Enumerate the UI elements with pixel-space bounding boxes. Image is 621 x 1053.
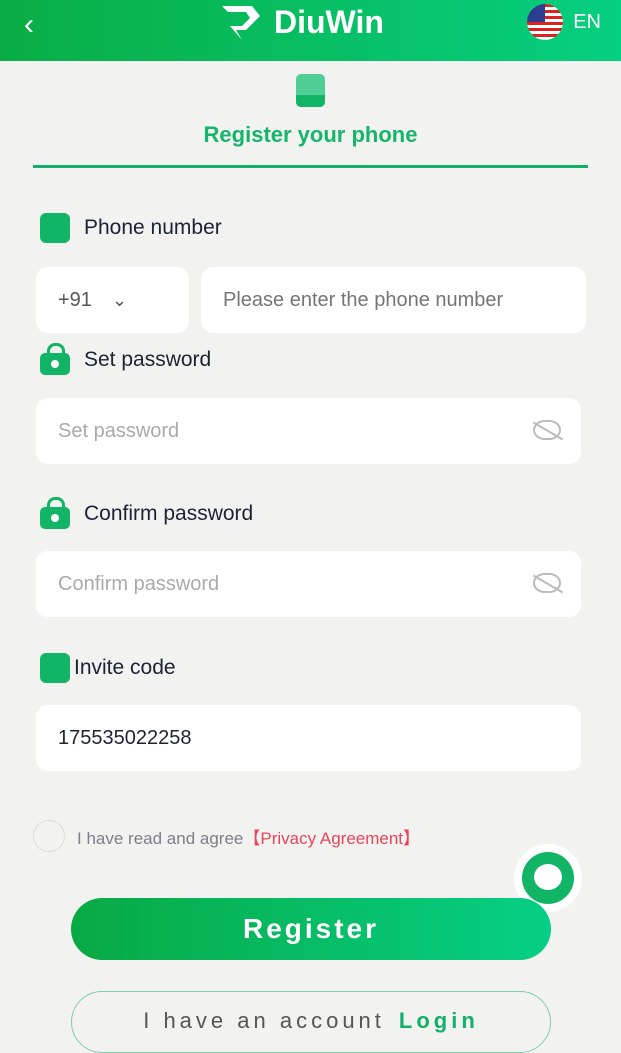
invite-code-icon — [40, 653, 70, 683]
invite-label: Invite code — [40, 653, 176, 683]
privacy-agreement-link[interactable]: 【Privacy Agreement】 — [243, 829, 420, 848]
invite-code-value: 175535022258 — [58, 726, 192, 749]
phone-input[interactable] — [201, 267, 586, 333]
logo: DiuWin — [218, 2, 384, 42]
password-label: Set password — [40, 343, 212, 375]
eye-off-icon[interactable] — [533, 573, 561, 593]
tab-register-phone[interactable]: Register your phone — [0, 122, 621, 148]
invite-code-input[interactable]: 175535022258 — [36, 705, 581, 771]
eye-off-icon[interactable] — [533, 420, 561, 440]
login-button[interactable]: I have an account Login — [71, 991, 551, 1053]
country-code: +91 — [58, 288, 92, 311]
diuwin-logo-icon — [222, 6, 260, 40]
login-link[interactable]: Login — [399, 1008, 479, 1052]
language-code: EN — [573, 10, 601, 33]
country-code-select[interactable]: +91 ⌄ — [36, 267, 189, 333]
lock-icon — [40, 497, 70, 529]
phone-label: Phone number — [40, 213, 222, 243]
confirm-placeholder: Confirm password — [58, 572, 220, 595]
back-button[interactable]: ‹ — [24, 8, 34, 42]
header: ‹ DiuWin EN — [0, 0, 621, 61]
confirm-label-text: Confirm password — [84, 502, 254, 525]
chat-icon — [522, 852, 574, 904]
phone-tab-icon — [296, 74, 325, 107]
phone-icon — [40, 213, 70, 243]
confirm-password-input[interactable]: Confirm password — [36, 551, 581, 617]
agreement-row: I have read and agree【Privacy Agreement】 — [33, 820, 420, 852]
lock-icon — [40, 343, 70, 375]
agree-checkbox[interactable] — [33, 820, 65, 852]
login-text: I have an account — [143, 1008, 385, 1033]
tab-underline — [33, 165, 588, 168]
agree-text: I have read and agree — [77, 828, 244, 848]
language-selector[interactable]: EN — [527, 4, 601, 40]
phone-label-text: Phone number — [84, 216, 222, 239]
invite-label-text: Invite code — [74, 656, 176, 679]
password-placeholder: Set password — [58, 419, 180, 442]
register-button[interactable]: Register — [71, 898, 551, 960]
confirm-label: Confirm password — [40, 497, 254, 529]
us-flag-icon — [527, 4, 564, 40]
password-label-text: Set password — [84, 348, 212, 371]
chevron-down-icon: ⌄ — [111, 289, 128, 310]
brand-name: DiuWin — [274, 3, 384, 40]
password-input[interactable]: Set password — [36, 398, 581, 464]
